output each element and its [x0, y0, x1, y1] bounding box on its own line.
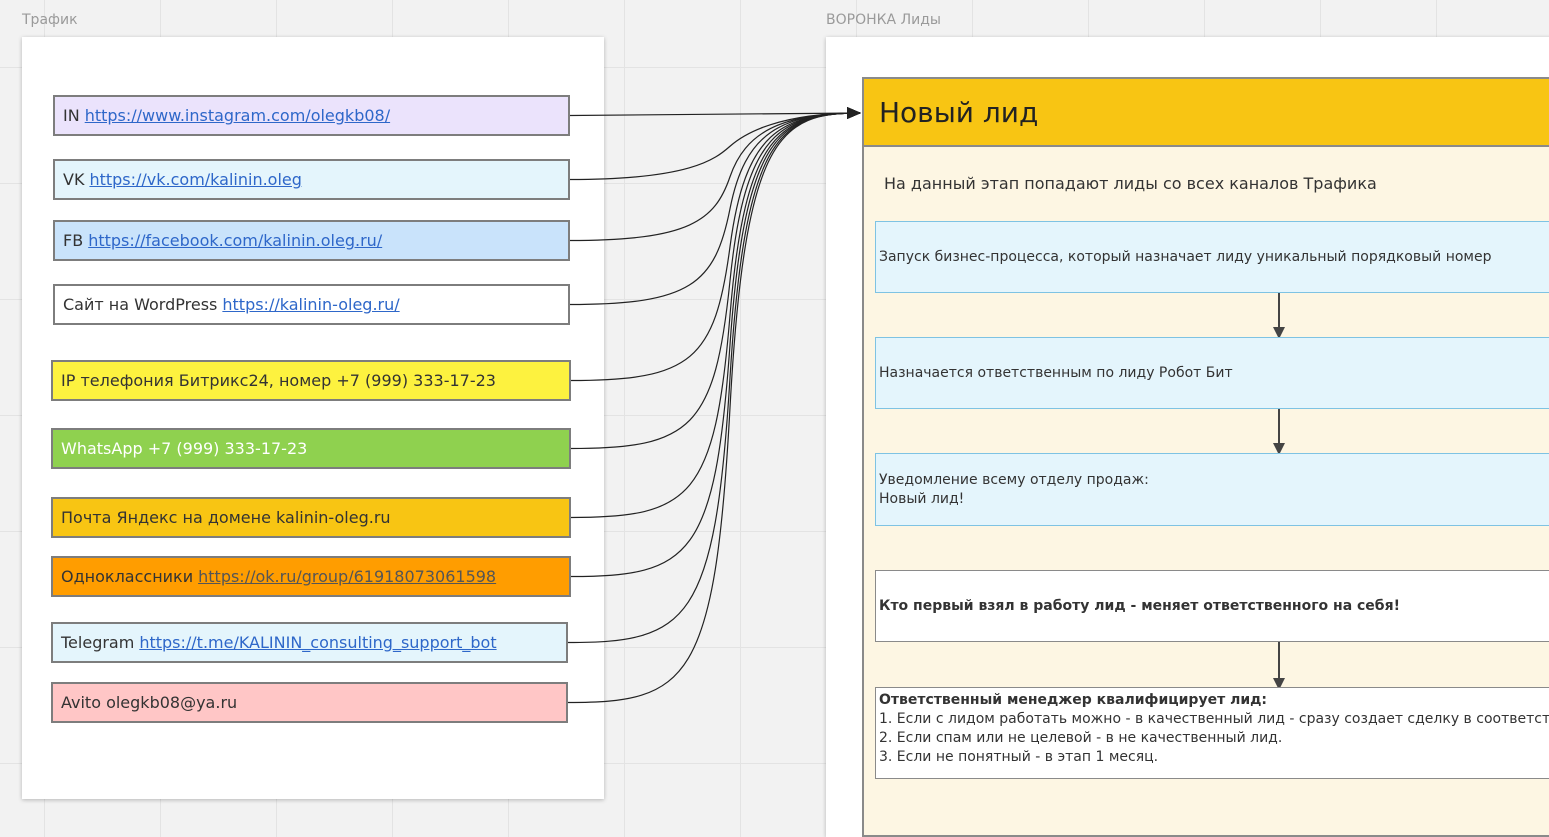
- source-card-ip-telephony[interactable]: IP телефония Битрикс24, номер +7 (999) 3…: [51, 360, 571, 401]
- connector-line: [567, 107, 861, 644]
- source-card-telegram[interactable]: Telegram https://t.me/KALININ_consulting_…: [51, 622, 568, 663]
- arrow-down-icon: [1273, 409, 1285, 455]
- source-label: Avito olegkb08@ya.ru: [61, 693, 238, 712]
- source-link[interactable]: https://kalinin-oleg.ru/: [222, 295, 399, 314]
- source-card-instagram[interactable]: IN https://www.instagram.com/olegkb08/: [53, 95, 570, 136]
- source-link[interactable]: https://t.me/KALININ_consulting_support_…: [139, 633, 496, 652]
- connector-line: [570, 107, 861, 450]
- step-text: Назначается ответственным по лиду Робот …: [879, 364, 1233, 381]
- step-text: Запуск бизнес-процесса, который назначае…: [879, 248, 1492, 265]
- source-label: IP телефония Битрикс24, номер +7 (999) 3…: [61, 371, 496, 390]
- source-label: IN: [63, 106, 80, 125]
- connector-line: [569, 107, 861, 306]
- source-card-odnoklassniki[interactable]: Одноклассники https://ok.ru/group/6191807…: [51, 556, 571, 597]
- source-link[interactable]: https://www.instagram.com/olegkb08/: [85, 106, 390, 125]
- funnel-frame-title: ВОРОНКА Лиды: [826, 12, 941, 28]
- source-card-wordpress[interactable]: Сайт на WordPress https://kalinin-oleg.ru…: [53, 284, 570, 325]
- source-label: Почта Яндекс на домене kalinin-oleg.ru: [61, 508, 391, 527]
- source-card-vk[interactable]: VK https://vk.com/kalinin.oleg: [53, 159, 570, 200]
- step-text: Новый лид!: [879, 490, 965, 507]
- source-label: FB: [63, 231, 84, 250]
- source-card-facebook[interactable]: FB https://facebook.com/kalinin.oleg.ru/: [53, 220, 570, 261]
- qualification-title: Ответственный менеджер квалифицирует лид…: [879, 692, 1268, 708]
- stage-new-lead: Новый лид На данный этап попадают лиды с…: [862, 77, 1549, 837]
- step-notify-sales[interactable]: Уведомление всему отделу продаж: Новый л…: [875, 453, 1549, 526]
- step-take-lead[interactable]: Кто первый взял в работу лид - меняет от…: [875, 570, 1549, 642]
- step-business-process[interactable]: Запуск бизнес-процесса, который назначае…: [875, 221, 1549, 293]
- stage-header[interactable]: Новый лид: [864, 79, 1549, 147]
- step-qualification[interactable]: Ответственный менеджер квалифицирует лид…: [875, 687, 1549, 779]
- source-label: Сайт на WordPress: [63, 295, 218, 314]
- connector-line: [570, 107, 861, 519]
- source-card-yandex-mail[interactable]: Почта Яндекс на домене kalinin-oleg.ru: [51, 497, 571, 538]
- connector-line: [569, 107, 861, 181]
- stage-title: Новый лид: [879, 95, 1039, 129]
- qualification-item: 1. Если с лидом работать можно - в качес…: [879, 711, 1549, 727]
- traffic-frame-title: Трафик: [22, 12, 78, 28]
- arrow-down-icon: [1273, 293, 1285, 339]
- source-label: Одноклассники: [61, 567, 194, 586]
- connector-line: [569, 107, 861, 120]
- step-text: Уведомление всему отделу продаж:: [879, 471, 1149, 488]
- source-label: VK: [63, 170, 85, 189]
- connector-line: [570, 107, 861, 382]
- source-link[interactable]: https://ok.ru/group/61918073061598: [198, 567, 496, 586]
- stage-description: На данный этап попадают лиды со всех кан…: [884, 174, 1377, 193]
- connector-line: [567, 107, 861, 704]
- source-link[interactable]: https://facebook.com/kalinin.oleg.ru/: [88, 231, 382, 250]
- connector-line: [570, 107, 861, 578]
- source-label: WhatsApp +7 (999) 333-17-23: [61, 439, 308, 458]
- source-card-whatsapp[interactable]: WhatsApp +7 (999) 333-17-23: [51, 428, 571, 469]
- source-card-avito[interactable]: Avito olegkb08@ya.ru: [51, 682, 568, 723]
- qualification-item: 3. Если не понятный - в этап 1 месяц.: [879, 749, 1159, 765]
- source-label: Telegram: [61, 633, 135, 652]
- qualification-item: 2. Если спам или не целевой - в не качес…: [879, 730, 1283, 746]
- connector-line: [569, 107, 861, 242]
- step-text: Кто первый взял в работу лид - меняет от…: [879, 597, 1400, 614]
- step-assign-robot[interactable]: Назначается ответственным по лиду Робот …: [875, 337, 1549, 409]
- arrow-down-icon: [1273, 642, 1285, 690]
- source-link[interactable]: https://vk.com/kalinin.oleg: [89, 170, 301, 189]
